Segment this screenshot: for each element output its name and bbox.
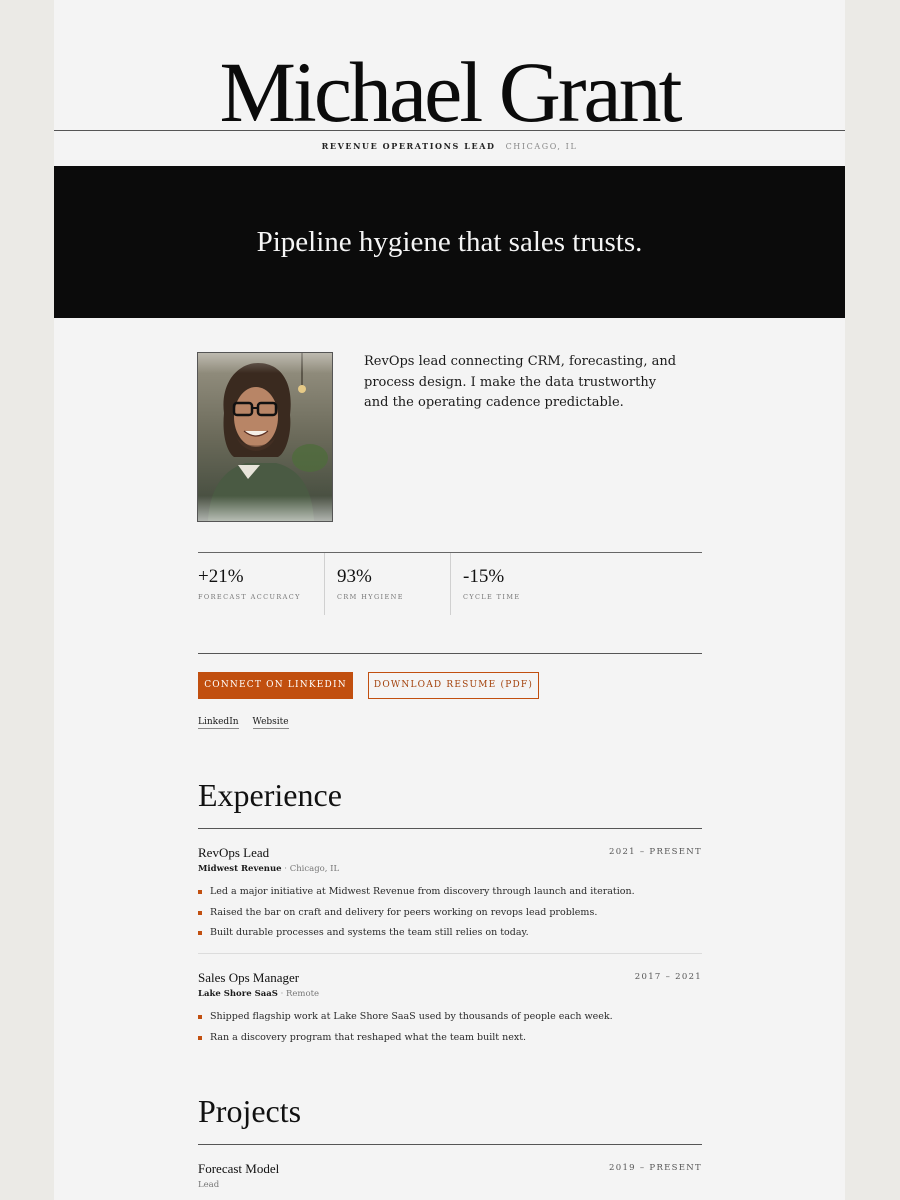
website-link[interactable]: Website bbox=[252, 717, 289, 729]
bio-text: RevOps lead connecting CRM, forecasting,… bbox=[364, 354, 677, 410]
bullet-item: Led a major initiative at Midwest Revenu… bbox=[198, 882, 635, 903]
company-location: Chicago, IL bbox=[289, 864, 340, 874]
project-title: Forecast Model bbox=[198, 1161, 280, 1176]
job-title: Sales Ops Manager bbox=[198, 970, 300, 985]
job-bullets: Led a major initiative at Midwest Revenu… bbox=[198, 882, 635, 944]
bullet-text: Ran a discovery program that reshaped wh… bbox=[210, 1031, 527, 1043]
bullet-square-icon bbox=[198, 931, 202, 935]
hero-tagline: Pipeline hygiene that sales trusts. bbox=[256, 226, 643, 258]
bullet-square-icon bbox=[198, 890, 202, 894]
profile-photo-image bbox=[198, 353, 332, 521]
profile-photo bbox=[197, 352, 333, 522]
bullet-item: Shipped flagship work at Lake Shore SaaS… bbox=[198, 1007, 613, 1028]
stats-row: +21% FORECAST ACCURACY 93% CRM HYGIENE -… bbox=[198, 552, 702, 615]
projects-divider bbox=[198, 1144, 702, 1145]
job-bullets: Shipped flagship work at Lake Shore SaaS… bbox=[198, 1007, 613, 1048]
stat-value: +21% bbox=[198, 566, 244, 587]
projects-heading: Projects bbox=[198, 1093, 302, 1129]
job-divider bbox=[198, 953, 702, 954]
bullet-text: Shipped flagship work at Lake Shore SaaS… bbox=[210, 1011, 613, 1022]
stat-crm-hygiene: 93% CRM HYGIENE bbox=[324, 553, 450, 615]
experience-heading: Experience bbox=[198, 777, 342, 813]
project-role-line: Lead bbox=[198, 1180, 219, 1190]
job-dates: 2017 – 2021 bbox=[634, 972, 702, 982]
linkedin-link[interactable]: LinkedIn bbox=[198, 717, 239, 729]
header-location: CHICAGO, IL bbox=[505, 142, 578, 151]
project-item: Forecast Model 2019 – PRESENT Lead bbox=[198, 1160, 702, 1200]
stat-label: CYCLE TIME bbox=[463, 593, 521, 601]
header-divider bbox=[54, 130, 845, 131]
company-separator: · bbox=[277, 989, 286, 999]
bullet-item: Ran a discovery program that reshaped wh… bbox=[198, 1028, 613, 1049]
bullet-text: Built durable processes and systems the … bbox=[210, 927, 529, 938]
bullet-item: Built durable processes and systems the … bbox=[198, 923, 635, 944]
company-name: Lake Shore SaaS bbox=[198, 989, 278, 999]
job-dates: 2021 – PRESENT bbox=[609, 847, 702, 857]
bullet-text: Led a major initiative at Midwest Revenu… bbox=[210, 886, 635, 897]
social-links: LinkedIn Website bbox=[198, 717, 303, 729]
connect-linkedin-button[interactable]: CONNECT ON LINKEDIN bbox=[198, 672, 353, 699]
job-company-line: Lake Shore SaaS · Remote bbox=[198, 989, 319, 999]
stat-value: 93% bbox=[337, 566, 372, 587]
company-location: Remote bbox=[285, 989, 320, 999]
person-name: Michael Grant bbox=[219, 44, 682, 140]
experience-item: Sales Ops Manager 2017 – 2021 Lake Shore… bbox=[198, 969, 702, 1049]
bullet-item: Raised the bar on craft and delivery for… bbox=[198, 903, 635, 924]
stat-label: CRM HYGIENE bbox=[337, 593, 404, 601]
resume-page: Michael Grant REVENUE OPERATIONS LEAD CHI… bbox=[54, 0, 845, 1200]
company-separator: · bbox=[281, 864, 290, 874]
bullet-square-icon bbox=[198, 1015, 202, 1019]
experience-item: RevOps Lead 2021 – PRESENT Midwest Reven… bbox=[198, 844, 702, 944]
actions-divider bbox=[198, 653, 702, 654]
job-company-line: Midwest Revenue · Chicago, IL bbox=[198, 864, 339, 874]
experience-divider bbox=[198, 828, 702, 829]
stat-label: FORECAST ACCURACY bbox=[198, 593, 301, 601]
project-role: Lead bbox=[198, 1180, 220, 1190]
stat-cycle-time: -15% CYCLE TIME bbox=[450, 553, 576, 615]
company-name: Midwest Revenue bbox=[198, 864, 282, 874]
download-resume-button[interactable]: DOWNLOAD RESUME (PDF) bbox=[368, 672, 539, 699]
bullet-square-icon bbox=[198, 910, 202, 915]
bullet-text: Raised the bar on craft and delivery for… bbox=[210, 906, 598, 918]
job-role: REVENUE OPERATIONS LEAD bbox=[321, 141, 496, 151]
bullet-square-icon bbox=[198, 1035, 202, 1040]
job-title: RevOps Lead bbox=[198, 845, 270, 860]
hero-banner: Pipeline hygiene that sales trusts. bbox=[54, 166, 845, 318]
stat-forecast-accuracy: +21% FORECAST ACCURACY bbox=[198, 553, 324, 615]
stat-value: -15% bbox=[463, 566, 505, 587]
project-dates: 2019 – PRESENT bbox=[609, 1163, 702, 1173]
header-subline: REVENUE OPERATIONS LEAD CHICAGO, IL bbox=[54, 141, 845, 151]
